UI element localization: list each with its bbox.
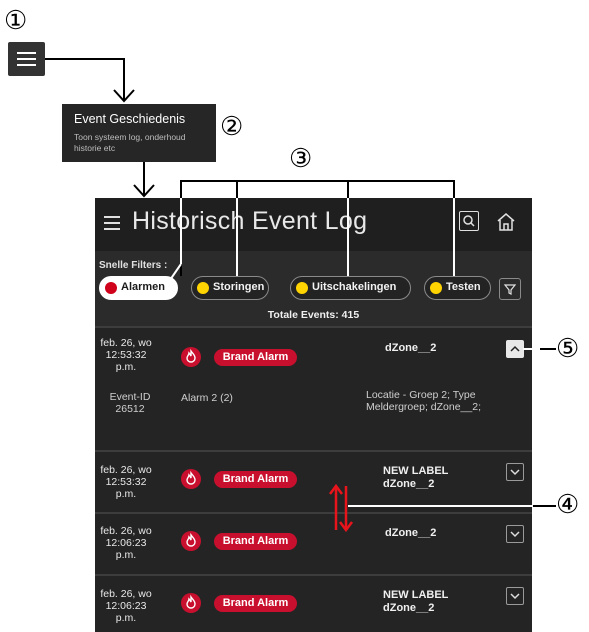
annotation-overlay: [45, 58, 556, 533]
sort-arrows-icon: [329, 483, 353, 533]
